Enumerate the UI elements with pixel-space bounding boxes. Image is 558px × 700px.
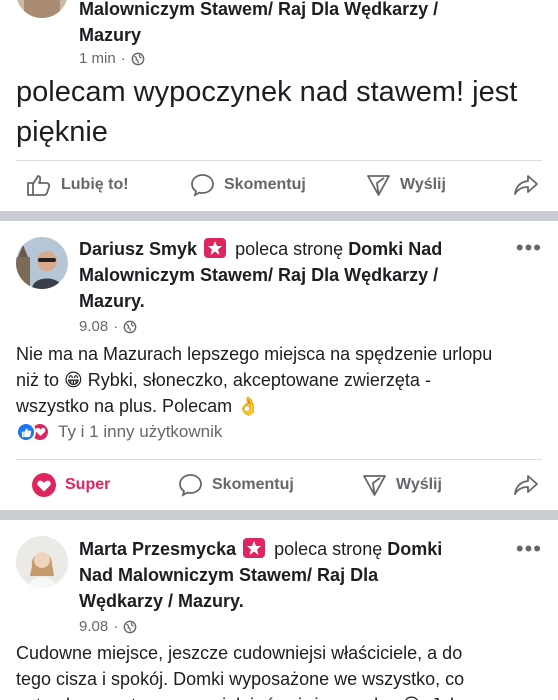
thumbs-up-icon (27, 175, 51, 196)
post-header: Malowniczym Stawem/ Raj Dla Wędkarzy / Ma… (79, 0, 438, 48)
globe-icon (123, 320, 137, 333)
post-actions: Super Skomentuj Wyślij (0, 463, 558, 507)
meta-dot: · (113, 618, 119, 635)
post-text: polecam wypoczynek nad stawem! jest pięk… (16, 76, 518, 148)
comment-button[interactable]: Skomentuj (190, 173, 306, 197)
post-date[interactable]: 9.08 (79, 618, 108, 635)
send-icon (363, 475, 386, 496)
more-options-icon[interactable]: ••• (516, 235, 542, 261)
share-button[interactable] (513, 474, 539, 496)
share-arrow-icon (514, 175, 538, 195)
post-2: Dariusz Smyk poleca stronę Domki Nad Malo… (0, 221, 558, 509)
comment-icon (179, 474, 202, 497)
author-name[interactable]: Dariusz Smyk (79, 239, 197, 259)
meta-dot: · (120, 50, 126, 67)
like-button[interactable]: Lubię to! (26, 173, 129, 197)
post-text: Nie ma na Mazurach lepszego miejsca na s… (16, 344, 493, 416)
recommend-star-icon (243, 538, 266, 558)
divider (16, 459, 542, 460)
meta-dot: · (113, 318, 119, 335)
like-reaction-icon (16, 422, 36, 442)
share-arrow-icon (514, 475, 538, 495)
post-3: Marta Przesmycka poleca stronę Domki Nad … (0, 520, 558, 700)
avatar-image (16, 536, 68, 588)
share-button[interactable] (513, 174, 539, 196)
reaction-summary[interactable]: Ty i 1 inny użytkownik (16, 422, 222, 442)
send-button[interactable]: Wyślij (366, 173, 446, 197)
avatar-marta[interactable] (16, 536, 68, 588)
heart-icon (32, 473, 56, 497)
more-options-icon[interactable]: ••• (516, 536, 542, 562)
post-header: Dariusz Smyk poleca stronę Domki Nad Malo… (79, 238, 443, 311)
globe-icon (123, 620, 137, 633)
comment-icon (191, 174, 214, 197)
post-meta: 9.08 · (79, 318, 137, 335)
post-date[interactable]: 9.08 (79, 318, 108, 335)
post-text: Cudowne miejsce, jeszcze cudowniejsi wła… (16, 643, 465, 700)
avatar-image (16, 0, 68, 18)
send-button[interactable]: Wyślij (362, 473, 442, 497)
page-name-link[interactable]: Malowniczym Stawem/ Raj Dla Wędkarzy / Ma… (79, 0, 438, 45)
post-meta: 1 min · (79, 50, 145, 67)
super-reaction-button[interactable]: Super (32, 473, 110, 497)
avatar-image (16, 237, 68, 289)
send-icon (367, 175, 390, 196)
post-header: Marta Przesmycka poleca stronę Domki Nad … (79, 538, 443, 611)
avatar-page[interactable] (16, 0, 68, 18)
author-name[interactable]: Marta Przesmycka (79, 539, 236, 559)
post-actions: Lubię to! Skomentuj Wyślij (0, 163, 558, 207)
post-separator (0, 211, 558, 221)
recommend-star-icon (204, 238, 227, 258)
post-separator (0, 510, 558, 520)
post-meta: 9.08 · (79, 618, 137, 635)
globe-icon (131, 52, 145, 65)
divider (16, 160, 542, 161)
avatar-dariusz[interactable] (16, 237, 68, 289)
comment-button[interactable]: Skomentuj (178, 473, 294, 497)
post-time[interactable]: 1 min (79, 50, 116, 67)
post-1: Malowniczym Stawem/ Raj Dla Wędkarzy / Ma… (0, 0, 558, 212)
